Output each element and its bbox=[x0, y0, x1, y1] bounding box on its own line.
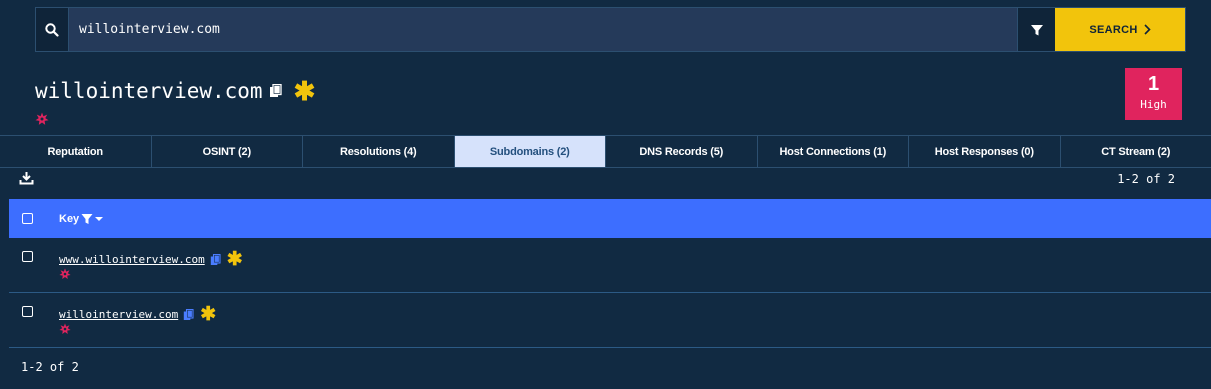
filter-button[interactable] bbox=[1017, 8, 1055, 51]
tab-dns-records[interactable]: DNS Records (5) bbox=[606, 136, 758, 167]
search-button[interactable]: SEARCH bbox=[1055, 8, 1185, 51]
column-key[interactable]: Key bbox=[59, 212, 104, 225]
risk-score-badge: 1 High bbox=[1125, 68, 1182, 120]
asterisk-icon[interactable]: ✱ bbox=[227, 250, 243, 269]
tab-host-connections[interactable]: Host Connections (1) bbox=[758, 136, 909, 167]
table-header: Key bbox=[9, 199, 1211, 238]
subdomain-link[interactable]: www.willointerview.com bbox=[59, 253, 205, 266]
risk-label: High bbox=[1140, 98, 1167, 111]
asterisk-icon[interactable]: ✱ bbox=[294, 78, 316, 104]
tab-bar: Reputation OSINT (2) Resolutions (4) Sub… bbox=[0, 135, 1211, 168]
copy-icon[interactable] bbox=[183, 308, 194, 321]
table-row: willointerview.com ✱ bbox=[9, 293, 1211, 348]
search-button-label: SEARCH bbox=[1089, 23, 1138, 36]
sort-caret-icon[interactable] bbox=[95, 216, 104, 222]
burst-icon[interactable] bbox=[59, 267, 71, 285]
tab-osint[interactable]: OSINT (2) bbox=[152, 136, 303, 167]
download-icon[interactable] bbox=[19, 171, 34, 190]
tab-host-responses[interactable]: Host Responses (0) bbox=[909, 136, 1061, 167]
tab-resolutions[interactable]: Resolutions (4) bbox=[303, 136, 455, 167]
title-row: willointerview.com ✱ bbox=[35, 78, 315, 104]
burst-icon[interactable] bbox=[59, 322, 71, 340]
search-input[interactable] bbox=[69, 8, 1017, 51]
page-title: willointerview.com bbox=[35, 79, 263, 103]
search-bar: SEARCH bbox=[35, 7, 1186, 52]
search-icon[interactable] bbox=[36, 8, 69, 51]
tab-reputation[interactable]: Reputation bbox=[0, 136, 152, 167]
table-row: www.willointerview.com ✱ bbox=[9, 238, 1211, 293]
row-checkbox[interactable] bbox=[22, 306, 33, 317]
copy-icon[interactable] bbox=[269, 84, 282, 98]
row-key: www.willointerview.com ✱ bbox=[59, 250, 243, 269]
burst-icon[interactable] bbox=[35, 112, 49, 131]
tab-ct-stream[interactable]: CT Stream (2) bbox=[1061, 136, 1211, 167]
risk-score: 1 bbox=[1147, 73, 1160, 95]
asterisk-icon[interactable]: ✱ bbox=[200, 305, 216, 324]
column-key-label: Key bbox=[59, 212, 80, 225]
filter-icon bbox=[1030, 24, 1043, 35]
subdomains-table: Key www.willointerview.com ✱ willointerv… bbox=[9, 199, 1211, 348]
pagination-top: 1-2 of 2 bbox=[1117, 172, 1175, 186]
copy-icon[interactable] bbox=[210, 253, 221, 266]
row-checkbox[interactable] bbox=[22, 251, 33, 262]
tab-subdomains[interactable]: Subdomains (2) bbox=[454, 136, 606, 167]
select-all-checkbox[interactable] bbox=[22, 213, 33, 224]
row-key: willointerview.com ✱ bbox=[59, 305, 216, 324]
pagination-bottom: 1-2 of 2 bbox=[21, 360, 79, 374]
filter-icon[interactable] bbox=[81, 213, 93, 225]
subdomain-link[interactable]: willointerview.com bbox=[59, 308, 178, 321]
chevron-right-icon bbox=[1144, 24, 1151, 35]
